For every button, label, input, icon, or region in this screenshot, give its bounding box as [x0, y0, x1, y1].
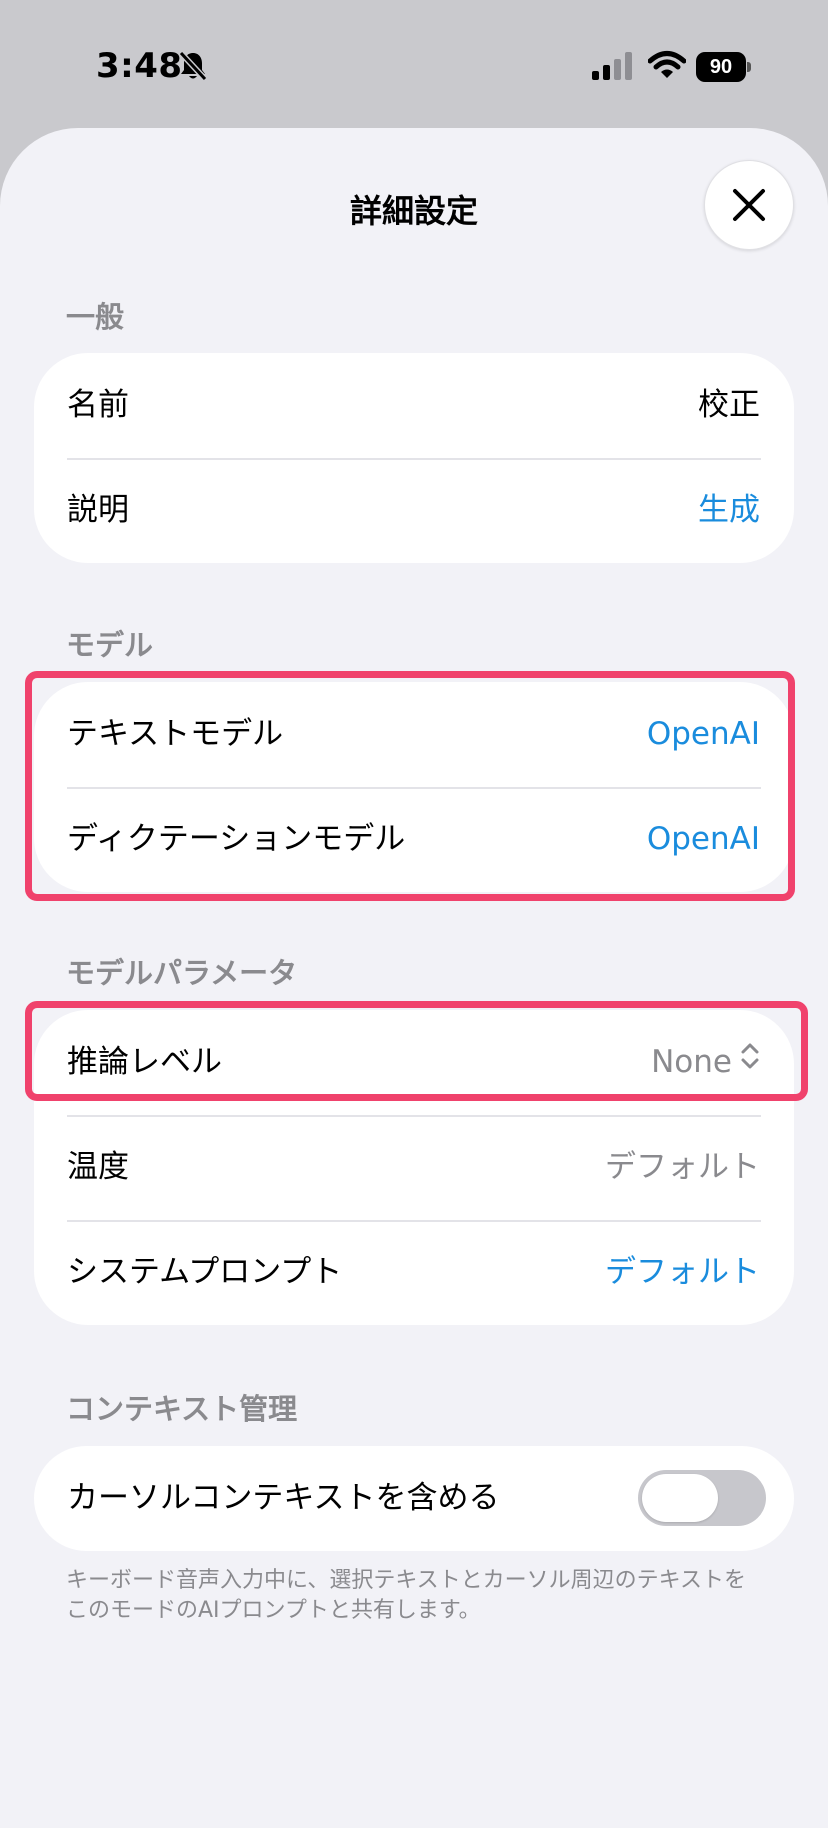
generate-link[interactable]: 生成 [698, 458, 760, 563]
highlight-box-model [25, 671, 795, 901]
context-footnote: キーボード音声入力中に、選択テキストとカーソル周辺のテキストをこのモードのAIプ… [66, 1568, 747, 1623]
close-icon [733, 189, 765, 221]
section-header-model: モデル [66, 628, 154, 662]
cursor-context-toggle[interactable] [638, 1470, 766, 1526]
section-header-general: 一般 [66, 300, 125, 334]
row-temperature[interactable]: 温度 デフォルト [34, 1115, 794, 1220]
group-general: 名前 校正 説明 生成 [34, 353, 794, 563]
row-label: カーソルコンテキストを含める [67, 1480, 500, 1516]
toggle-knob [642, 1474, 718, 1522]
row-label: 説明 [67, 492, 129, 528]
row-description[interactable]: 説明 生成 [34, 458, 794, 563]
highlight-box-reasoning [25, 1001, 808, 1101]
row-include-cursor-context: カーソルコンテキストを含める [34, 1446, 794, 1551]
battery-tip [747, 62, 751, 72]
cellular-signal-icon [592, 52, 634, 84]
row-label: 名前 [67, 387, 129, 423]
row-system-prompt[interactable]: システムプロンプト デフォルト [34, 1220, 794, 1325]
settings-sheet: 詳細設定 一般 名前 校正 説明 生成 モデル テキストモデル OpenAI デ… [0, 128, 828, 1828]
status-time: 3:48 [96, 46, 183, 86]
row-label: 温度 [67, 1149, 129, 1185]
close-button[interactable] [704, 160, 794, 250]
wifi-icon [647, 50, 687, 84]
bell-slash-icon [178, 50, 208, 86]
section-header-context: コンテキスト管理 [66, 1392, 298, 1426]
row-value: デフォルト [605, 1149, 760, 1185]
row-value: 校正 [698, 387, 760, 423]
section-header-model-params: モデルパラメータ [66, 956, 298, 990]
status-bar: 3:48 90 [0, 0, 828, 130]
battery-level: 90 [696, 52, 746, 82]
group-context: カーソルコンテキストを含める [34, 1446, 794, 1551]
battery-indicator: 90 [696, 52, 752, 82]
row-value[interactable]: デフォルト [605, 1220, 760, 1325]
row-label: システムプロンプト [67, 1254, 343, 1290]
row-name[interactable]: 名前 校正 [34, 353, 794, 458]
